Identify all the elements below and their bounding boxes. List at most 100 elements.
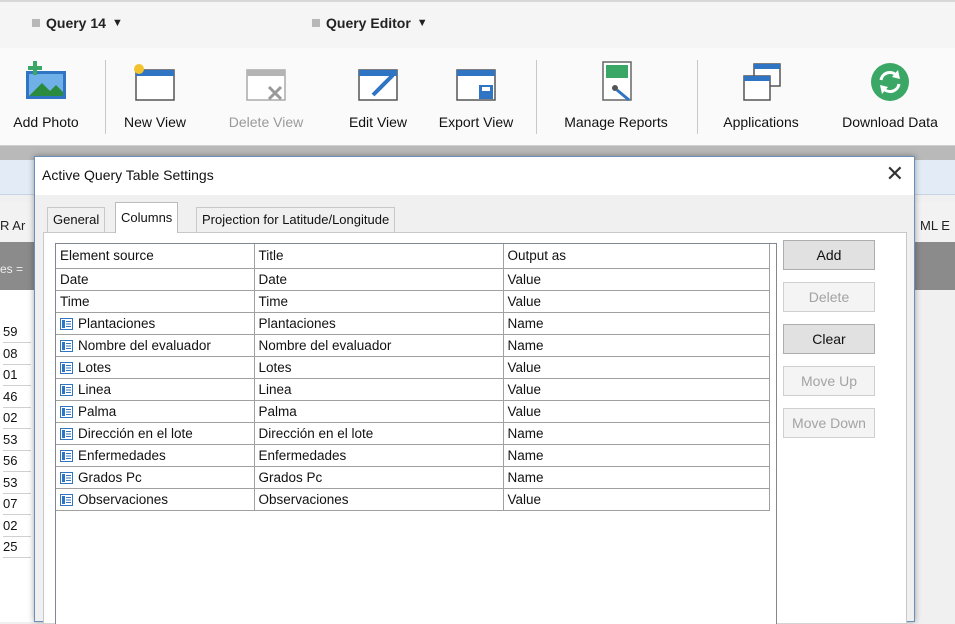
tab-columns[interactable]: Columns [115, 202, 179, 233]
title-cell[interactable]: Lotes [254, 356, 504, 379]
title-cell[interactable]: Plantaciones [254, 312, 504, 335]
tab-projection[interactable]: Projection for Latitude/Longitude [196, 207, 396, 232]
element-source-cell[interactable]: Lotes [56, 356, 255, 379]
table-row[interactable]: Linea Linea Value [56, 378, 770, 401]
title-cell[interactable]: Dirección en el lote [254, 422, 504, 445]
table-row[interactable]: Lotes Lotes Value [56, 356, 770, 379]
table-row[interactable]: Observaciones Observaciones Value [56, 488, 770, 511]
delete-view-button[interactable]: Delete View [218, 48, 314, 144]
background-row-number: 25 [3, 537, 31, 558]
table-row[interactable]: Date Date Value [56, 268, 770, 291]
title-cell[interactable]: Grados Pc [254, 466, 504, 489]
table-row[interactable]: Enfermedades Enfermedades Name [56, 444, 770, 467]
edit-view-button[interactable]: Edit View [340, 48, 416, 144]
table-row[interactable]: Plantaciones Plantaciones Name [56, 312, 770, 335]
element-source-cell[interactable]: Observaciones [56, 488, 255, 511]
download-data-button[interactable]: Download Data [826, 48, 954, 144]
active-query-table-settings-dialog: Active Query Table Settings ✕ General Co… [34, 156, 915, 624]
export-view-icon [448, 60, 504, 104]
table-row[interactable]: Palma Palma Value [56, 400, 770, 423]
column-header-title[interactable]: Title [254, 244, 504, 269]
delete-button[interactable]: Delete [783, 282, 875, 312]
title-cell[interactable]: Palma [254, 400, 504, 423]
query-tab-label: Query 14 [46, 15, 106, 31]
output-as-cell[interactable]: Value [503, 378, 770, 401]
table-row[interactable]: Time Time Value [56, 290, 770, 313]
list-field-icon [60, 317, 73, 330]
document-tab-bar: Query 14 ▼ Query Editor ▼ [0, 0, 955, 48]
applications-label: Applications [723, 114, 799, 130]
move-down-button[interactable]: Move Down [783, 408, 875, 438]
table-row[interactable]: Nombre del evaluador Nombre del evaluador… [56, 334, 770, 357]
edit-view-icon [350, 60, 406, 104]
query-editor-tab-selector[interactable]: Query Editor ▼ [312, 15, 428, 31]
tab-general[interactable]: General [47, 207, 106, 232]
output-as-cell[interactable]: Name [503, 466, 770, 489]
element-source-cell[interactable]: Grados Pc [56, 466, 255, 489]
title-cell[interactable]: Observaciones [254, 488, 504, 511]
output-as-cell[interactable]: Name [503, 444, 770, 467]
element-source-cell[interactable]: Nombre del evaluador [56, 334, 255, 357]
output-as-cell[interactable]: Name [503, 422, 770, 445]
background-row-number: 53 [3, 430, 31, 451]
ribbon-toolbar: Add Photo New View Delete View Edit View… [0, 48, 955, 146]
query-tab-selector[interactable]: Query 14 ▼ [32, 15, 123, 31]
title-cell[interactable]: Enfermedades [254, 444, 504, 467]
query-editor-tab-label: Query Editor [326, 15, 411, 31]
add-photo-button[interactable]: Add Photo [0, 48, 92, 144]
export-view-button[interactable]: Export View [428, 48, 524, 144]
toolbar-divider [697, 60, 698, 134]
applications-button[interactable]: Applications [706, 48, 816, 144]
background-row-number: 01 [3, 365, 31, 386]
background-row-number: 56 [3, 451, 31, 472]
chevron-down-icon: ▼ [416, 17, 428, 29]
title-cell[interactable]: Time [254, 290, 504, 313]
background-tab-right[interactable]: ML E [920, 218, 950, 233]
list-field-icon [60, 339, 73, 352]
title-cell[interactable]: Nombre del evaluador [254, 334, 504, 357]
output-as-cell[interactable]: Value [503, 268, 770, 291]
element-source-cell[interactable]: Enfermedades [56, 444, 255, 467]
delete-view-label: Delete View [228, 114, 304, 130]
dialog-title: Active Query Table Settings [42, 167, 214, 183]
element-source-text: Dirección en el lote [78, 425, 193, 441]
title-cell[interactable]: Date [254, 268, 504, 291]
table-row[interactable]: Grados Pc Grados Pc Name [56, 466, 770, 489]
output-as-cell[interactable]: Value [503, 488, 770, 511]
background-tab-left[interactable]: R Ar [0, 218, 25, 233]
background-row-number: 08 [3, 344, 31, 365]
download-data-label: Download Data [842, 114, 938, 130]
output-as-cell[interactable]: Name [503, 334, 770, 357]
element-source-cell[interactable]: Linea [56, 378, 255, 401]
list-field-icon [60, 427, 73, 440]
close-icon[interactable]: ✕ [886, 161, 904, 187]
delete-view-icon [238, 60, 294, 104]
list-field-icon [60, 405, 73, 418]
element-source-text: Enfermedades [78, 447, 166, 463]
move-up-button[interactable]: Move Up [783, 366, 875, 396]
manage-reports-button[interactable]: Manage Reports [548, 48, 684, 144]
output-as-cell[interactable]: Value [503, 400, 770, 423]
add-button[interactable]: Add [783, 240, 875, 270]
chevron-down-icon: ▼ [111, 17, 123, 29]
element-source-cell[interactable]: Dirección en el lote [56, 422, 255, 445]
column-header-output-as[interactable]: Output as [503, 244, 770, 269]
new-view-button[interactable]: New View [114, 48, 196, 144]
element-source-cell[interactable]: Palma [56, 400, 255, 423]
title-cell[interactable]: Linea [254, 378, 504, 401]
element-source-cell[interactable]: Time [56, 290, 255, 313]
element-source-cell[interactable]: Plantaciones [56, 312, 255, 335]
clear-button[interactable]: Clear [783, 324, 875, 354]
column-header-element-source[interactable]: Element source [56, 244, 255, 269]
output-as-cell[interactable]: Value [503, 290, 770, 313]
background-row-number: 02 [3, 408, 31, 429]
columns-grid: Element source Title Output as Date Date V… [55, 243, 777, 624]
toolbar-divider [536, 60, 537, 134]
edit-view-label: Edit View [348, 114, 408, 130]
output-as-cell[interactable]: Value [503, 356, 770, 379]
download-refresh-icon [862, 60, 918, 104]
background-row-number: 53 [3, 473, 31, 494]
element-source-cell[interactable]: Date [56, 268, 255, 291]
output-as-cell[interactable]: Name [503, 312, 770, 335]
table-row[interactable]: Dirección en el lote Dirección en el lote… [56, 422, 770, 445]
